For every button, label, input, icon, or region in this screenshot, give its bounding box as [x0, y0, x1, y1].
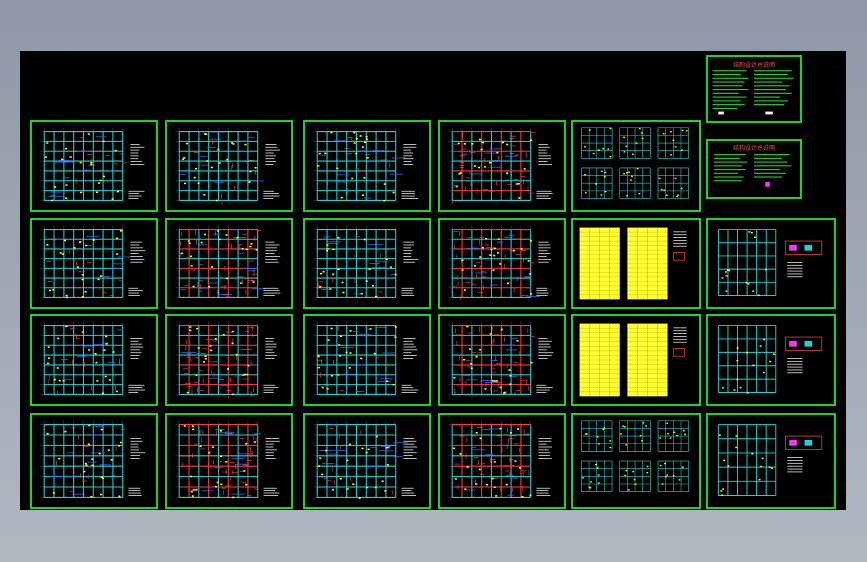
sheet-drawing-plan	[448, 420, 552, 498]
drawing-sheet-plan[interactable]	[438, 218, 566, 309]
drawing-sheet-plan[interactable]	[165, 218, 293, 309]
drawing-sheet-plan[interactable]	[438, 314, 566, 406]
drawing-sheet-plan[interactable]	[303, 413, 431, 509]
drawing-sheet-plan[interactable]	[30, 120, 158, 212]
notes-sheet-2-text	[713, 154, 792, 187]
design-notes-sheet[interactable]: 结构设计总说明	[706, 55, 802, 123]
drawing-sheet-plan[interactable]	[303, 218, 431, 309]
sheet-drawing-table	[579, 323, 687, 397]
notes-sheet-text	[712, 70, 794, 115]
sheet-drawing-table	[579, 227, 687, 300]
drawing-sheet-plan-detail[interactable]	[706, 413, 836, 509]
sheet-drawing-details	[581, 127, 689, 199]
drawing-sheet-plan-detail[interactable]	[706, 218, 836, 309]
drawing-sheet-plan[interactable]	[165, 314, 293, 406]
sheet-drawing-plan	[175, 420, 280, 499]
sheet-drawing-plan	[313, 420, 418, 499]
sheet-drawing-plan	[175, 321, 279, 399]
sheet-drawing-plan	[313, 321, 419, 395]
sheet-drawing-plan-detail	[717, 325, 823, 394]
drawing-sheet-plan[interactable]	[30, 413, 158, 509]
sheet-drawing-plan-detail	[717, 229, 823, 297]
drawing-sheet-plan[interactable]	[165, 413, 293, 509]
sheet-drawing-plan	[40, 321, 146, 395]
drawing-sheet-details[interactable]	[571, 413, 701, 509]
sheet-drawing-plan	[448, 127, 553, 204]
sheet-drawing-plan-detail	[717, 424, 823, 496]
sheet-drawing-plan	[40, 420, 146, 498]
model-space-canvas[interactable]: 结构设计总说明 结构设计总说明	[20, 51, 846, 510]
sheet-drawing-plan	[313, 225, 419, 301]
sheet-drawing-plan	[448, 321, 554, 397]
sheet-drawing-details	[581, 420, 689, 492]
design-notes-sheet-2[interactable]: 结构设计总说明	[706, 139, 802, 199]
drawing-sheet-plan-detail[interactable]	[706, 314, 836, 406]
drawing-sheet-plan[interactable]	[30, 218, 158, 309]
cad-viewport[interactable]: 结构设计总说明 结构设计总说明	[0, 0, 867, 562]
sheet-drawing-plan	[40, 127, 145, 202]
sheet-drawing-plan	[40, 225, 146, 299]
drawing-sheet-plan[interactable]	[30, 314, 158, 406]
drawing-sheet-table[interactable]	[571, 218, 701, 309]
sheet-drawing-plan	[448, 225, 551, 301]
drawing-sheet-plan[interactable]	[438, 413, 566, 509]
drawing-sheet-plan[interactable]	[438, 120, 566, 212]
drawing-sheet-plan[interactable]	[303, 120, 431, 212]
drawing-sheet-details[interactable]	[571, 120, 701, 212]
sheet-drawing-plan	[313, 127, 419, 202]
drawing-sheet-table[interactable]	[571, 314, 701, 406]
drawing-sheet-plan[interactable]	[303, 314, 431, 406]
sheet-drawing-plan	[175, 127, 280, 205]
sheet-drawing-plan	[175, 225, 281, 298]
drawing-sheet-plan[interactable]	[165, 120, 293, 212]
